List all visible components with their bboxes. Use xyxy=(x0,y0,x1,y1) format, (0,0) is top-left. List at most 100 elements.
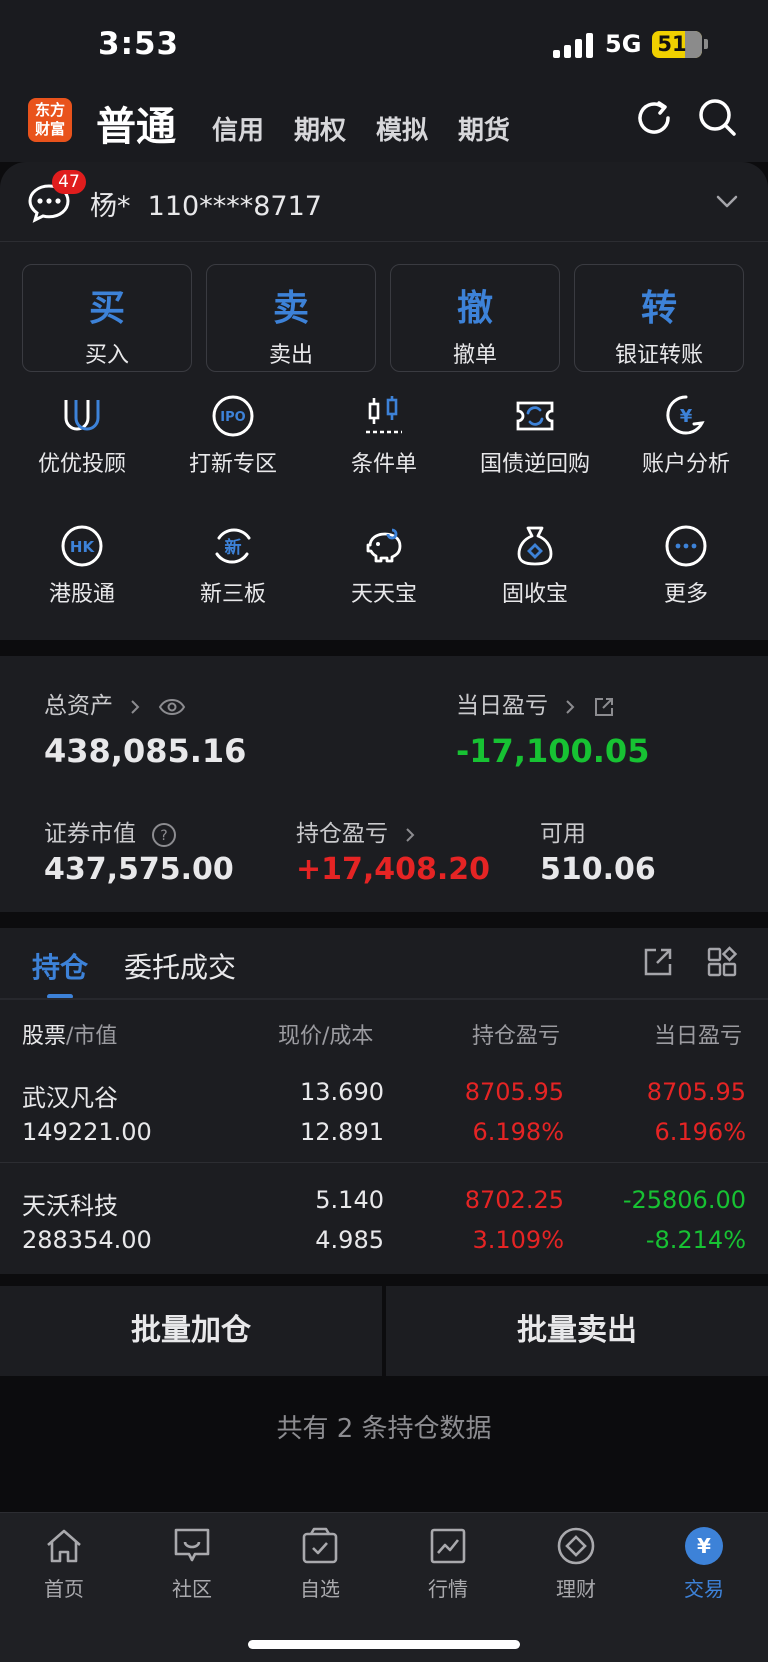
account-analysis-icon: ¥ xyxy=(666,395,705,435)
col-daily-pnl: 当日盈亏 xyxy=(654,1024,743,1049)
stock-daily-pnl: -25806.00 xyxy=(622,1186,746,1214)
service-ipo[interactable]: IPO 打新专区 xyxy=(158,394,308,478)
positions-count: 共有 2 条持仓数据 xyxy=(276,1414,492,1444)
nav-trade[interactable]: ¥ 交易 xyxy=(640,1525,768,1602)
piggy-bank-icon xyxy=(366,528,402,563)
account-info: 杨* 110****8717 xyxy=(90,184,322,223)
holding-pnl-value: +17,408.20 xyxy=(296,852,491,887)
stock-price: 13.690 xyxy=(300,1078,384,1106)
svg-text:?: ? xyxy=(161,828,168,844)
battery-icon: 51 xyxy=(652,31,702,58)
stock-daily-pct: -8.214% xyxy=(645,1226,746,1254)
tab-options[interactable]: 期权 xyxy=(294,110,346,147)
service-repo[interactable]: 国债逆回购 xyxy=(460,394,610,478)
stock-pnl-pct: 3.109% xyxy=(472,1226,564,1254)
stock-price: 5.140 xyxy=(315,1186,384,1214)
stock-name: 武汉凡谷 xyxy=(22,1084,118,1112)
refresh-icon[interactable] xyxy=(632,96,676,140)
chevron-right-icon xyxy=(566,699,575,714)
nav-community[interactable]: 社区 xyxy=(128,1525,256,1602)
status-time: 3:53 xyxy=(98,26,180,62)
stock-pnl: 8705.95 xyxy=(464,1078,564,1106)
service-tiantianbao[interactable]: 天天宝 xyxy=(309,524,459,608)
app-logo[interactable]: 东方 财富 xyxy=(28,98,72,142)
market-icon xyxy=(430,1528,466,1564)
chevron-right-icon xyxy=(406,827,415,842)
tab-normal[interactable]: 普通 xyxy=(96,94,176,152)
export-icon[interactable] xyxy=(642,946,674,978)
hk-icon: HK xyxy=(61,525,103,567)
stock-pnl: 8702.25 xyxy=(464,1186,564,1214)
batch-sell-button[interactable]: 批量卖出 xyxy=(386,1286,768,1376)
stock-daily-pnl: 8705.95 xyxy=(646,1078,746,1106)
trade-icon: ¥ xyxy=(685,1527,723,1565)
market-value: 437,575.00 xyxy=(44,852,234,887)
positions-section: 持仓 委托成交 股票/市值 现价/成本 持仓盈亏 当日盈亏 武汉凡谷 14922… xyxy=(0,928,768,1274)
stock-cost: 4.985 xyxy=(315,1226,384,1254)
community-icon xyxy=(174,1528,210,1562)
service-gushoubao[interactable]: 固收宝 xyxy=(460,524,610,608)
home-icon xyxy=(47,1529,81,1563)
sell-button[interactable]: 卖 卖出 xyxy=(206,264,376,372)
nav-wealth[interactable]: 理财 xyxy=(512,1525,640,1602)
nav-home[interactable]: 首页 xyxy=(0,1525,128,1602)
trade-panel: 47 杨* 110****8717 买 买入 卖 卖出 撤 撤单 转 银证转账 … xyxy=(0,162,768,640)
status-bar: 3:53 5G 51 xyxy=(0,0,768,90)
total-assets-value: 438,085.16 xyxy=(44,732,247,770)
service-hk-connect[interactable]: HK 港股通 xyxy=(7,524,157,608)
tab-positions[interactable]: 持仓 xyxy=(32,946,88,986)
svg-text:IPO: IPO xyxy=(220,410,245,425)
money-bag-icon xyxy=(517,526,553,566)
account-number: 110****8717 xyxy=(147,191,322,222)
app-header: 东方 财富 普通 信用 期权 模拟 期货 xyxy=(0,90,768,162)
tab-simulated[interactable]: 模拟 xyxy=(376,110,428,147)
bank-transfer-button[interactable]: 转 银证转账 xyxy=(574,264,744,372)
stock-name: 天沃科技 xyxy=(22,1192,118,1220)
available-label: 可用 xyxy=(540,821,586,847)
svg-text:¥: ¥ xyxy=(680,406,693,427)
tab-orders[interactable]: 委托成交 xyxy=(124,946,236,986)
col-price: 现价/成本 xyxy=(278,1024,374,1049)
repo-icon xyxy=(516,401,554,431)
svg-text:新: 新 xyxy=(225,537,242,558)
available-value: 510.06 xyxy=(540,852,656,887)
stock-daily-pct: 6.196% xyxy=(654,1118,746,1146)
share-icon[interactable] xyxy=(593,696,615,718)
more-icon xyxy=(665,525,707,567)
service-account-analysis[interactable]: ¥ 账户分析 xyxy=(611,394,761,478)
nav-market[interactable]: 行情 xyxy=(384,1525,512,1602)
col-holding-pnl: 持仓盈亏 xyxy=(472,1024,561,1049)
service-more[interactable]: 更多 xyxy=(611,524,761,608)
account-selector[interactable]: 47 杨* 110****8717 xyxy=(0,162,768,242)
buy-button[interactable]: 买 买入 xyxy=(22,264,192,372)
wealth-icon xyxy=(557,1527,595,1565)
nav-watchlist[interactable]: 自选 xyxy=(256,1525,384,1602)
batch-add-button[interactable]: 批量加仓 xyxy=(0,1286,382,1376)
signal-icon xyxy=(553,32,593,58)
svg-text:HK: HK xyxy=(70,538,96,556)
service-youyou[interactable]: 优优投顾 xyxy=(7,394,157,478)
stock-market-value: 288354.00 xyxy=(22,1226,152,1254)
service-neeq[interactable]: 新 新三板 xyxy=(158,524,308,608)
daily-pnl-label[interactable]: 当日盈亏 xyxy=(456,686,615,720)
holding-pnl-label[interactable]: 持仓盈亏 xyxy=(296,814,417,848)
tab-futures[interactable]: 期货 xyxy=(458,110,510,147)
tab-credit[interactable]: 信用 xyxy=(212,110,264,147)
neeq-icon: 新 xyxy=(215,528,251,564)
cancel-order-button[interactable]: 撤 撤单 xyxy=(390,264,560,372)
chevron-down-icon[interactable] xyxy=(716,190,738,212)
account-name: 杨* xyxy=(90,191,131,222)
unread-badge: 47 xyxy=(52,170,86,194)
search-icon[interactable] xyxy=(696,96,740,140)
daily-pnl-value: -17,100.05 xyxy=(456,732,650,770)
market-value-label: 证券市值 ? xyxy=(44,814,177,848)
stock-cost: 12.891 xyxy=(300,1118,384,1146)
help-icon[interactable]: ? xyxy=(151,822,177,848)
watchlist-icon xyxy=(302,1527,338,1564)
battery-level: 51 xyxy=(657,32,687,56)
service-condition-order[interactable]: 条件单 xyxy=(309,394,459,478)
layout-grid-icon[interactable] xyxy=(706,946,738,978)
total-assets-label[interactable]: 总资产 xyxy=(44,686,186,720)
stock-pnl-pct: 6.198% xyxy=(472,1118,564,1146)
eye-icon[interactable] xyxy=(158,698,186,716)
